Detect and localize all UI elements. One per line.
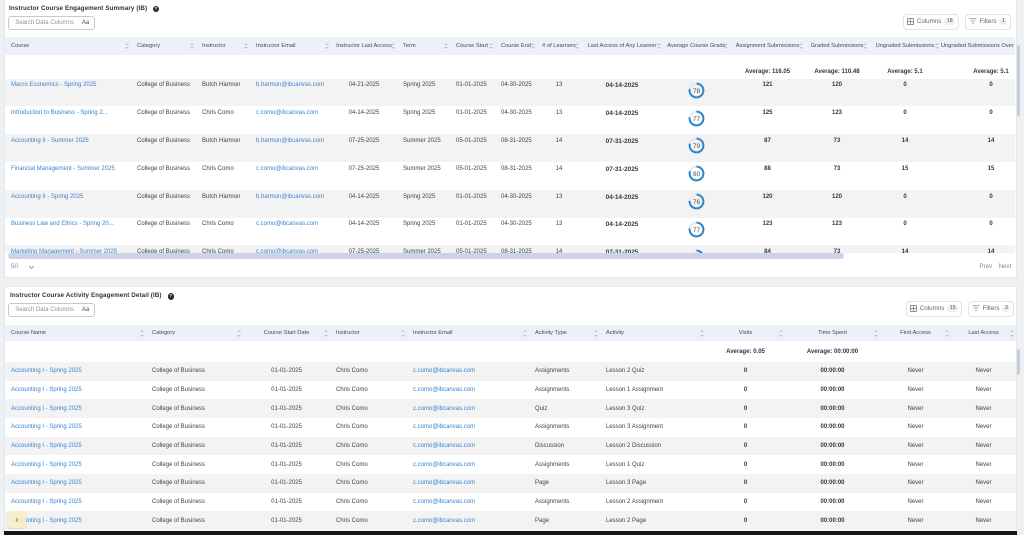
svg-text:77: 77 (693, 115, 701, 122)
svg-text:78: 78 (693, 88, 701, 95)
svg-text:79: 79 (693, 143, 701, 150)
svg-text:77: 77 (693, 227, 701, 234)
svg-text:76: 76 (693, 199, 701, 206)
svg-text:80: 80 (693, 171, 701, 178)
